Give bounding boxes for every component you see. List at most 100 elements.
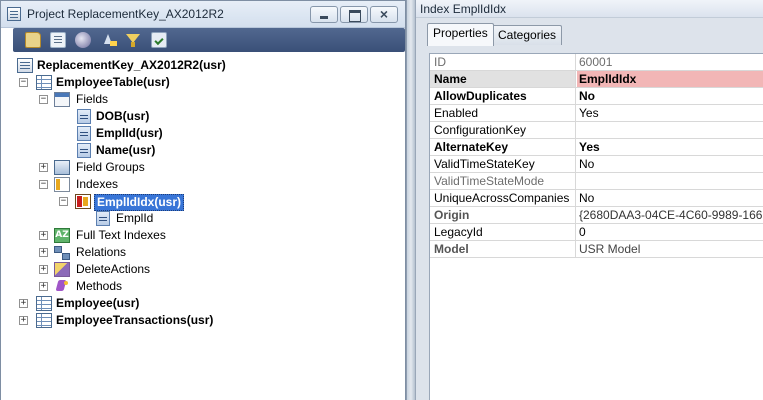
properties-window-titlebar[interactable]: Index EmplIdIdx — [416, 0, 763, 18]
index-icon — [75, 194, 91, 209]
project-window-title: Project ReplacementKey_AX2012R2 — [27, 7, 224, 21]
field-icon — [77, 126, 91, 141]
collapse-toggle[interactable]: − — [59, 197, 68, 206]
property-value[interactable]: 60001 — [577, 54, 763, 70]
property-value[interactable] — [577, 122, 763, 138]
tree-node-label: EmplId(usr) — [96, 126, 163, 140]
collapse-toggle[interactable]: − — [39, 95, 48, 104]
project-icon — [17, 58, 33, 73]
property-value[interactable]: Yes — [577, 139, 763, 155]
property-row-enabled[interactable]: Enabled Yes — [430, 105, 763, 122]
property-value[interactable]: USR Model — [577, 241, 763, 257]
tree-node-label: Fields — [76, 92, 109, 106]
property-name: UniqueAcrossCompanies — [430, 190, 576, 206]
field-icon — [77, 109, 91, 124]
property-row-id[interactable]: ID 60001 — [430, 54, 763, 71]
property-value[interactable]: No — [577, 190, 763, 206]
properties-window: Index EmplIdIdx Properties Categories ID… — [415, 0, 763, 400]
relations-icon — [54, 245, 70, 260]
expand-toggle[interactable]: + — [19, 316, 28, 325]
tree-node-label: ReplacementKey_AX2012R2(usr) — [37, 58, 226, 72]
property-row-alternatekey[interactable]: AlternateKey Yes — [430, 139, 763, 156]
property-value[interactable]: 0 — [577, 224, 763, 240]
tree-node-label: Relations — [76, 245, 127, 259]
tab-properties[interactable]: Properties — [427, 23, 494, 46]
property-value[interactable]: {2680DAA3-04CE-4C60-9989-166 — [577, 207, 763, 223]
property-row-name[interactable]: Name EmplIdIdx — [430, 71, 763, 88]
property-value[interactable]: EmplIdIdx — [577, 71, 763, 87]
table-icon — [36, 313, 52, 328]
property-name: Origin — [430, 207, 576, 223]
tree-node-label: Methods — [76, 279, 123, 293]
expand-toggle[interactable]: + — [39, 248, 48, 257]
expand-toggle[interactable]: + — [19, 299, 28, 308]
tree-node-label: EmployeeTransactions(usr) — [56, 313, 214, 327]
property-name: ID — [430, 54, 576, 70]
maximize-button[interactable] — [340, 6, 368, 23]
minimize-button[interactable] — [310, 6, 338, 23]
property-value[interactable] — [577, 173, 763, 189]
property-value[interactable]: No — [577, 156, 763, 172]
field-groups-icon — [54, 160, 70, 175]
expand-toggle[interactable]: + — [39, 282, 48, 291]
property-row-model[interactable]: Model USR Model — [430, 241, 763, 258]
sort-icon[interactable] — [101, 32, 117, 48]
properties-window-title: Index EmplIdIdx — [420, 2, 507, 16]
property-row-legacyid[interactable]: LegacyId 0 — [430, 224, 763, 241]
property-name: LegacyId — [430, 224, 576, 240]
open-icon[interactable] — [25, 32, 41, 48]
compile-icon[interactable] — [75, 32, 91, 48]
tree-node-label: EmployeeTable(usr) — [56, 75, 170, 89]
properties-tabs: Properties Categories — [416, 19, 763, 46]
project-window: Project ReplacementKey_AX2012R2 × Replac… — [0, 0, 406, 400]
project-window-titlebar[interactable]: Project ReplacementKey_AX2012R2 × — [1, 1, 405, 28]
fields-icon — [54, 92, 70, 107]
expand-toggle[interactable]: + — [39, 231, 48, 240]
project-tree: ReplacementKey_AX2012R2(usr) − EmployeeT… — [13, 54, 405, 400]
property-row-validtimestatemode[interactable]: ValidTimeStateMode — [430, 173, 763, 190]
table-icon — [36, 296, 52, 311]
properties-icon[interactable] — [50, 32, 66, 48]
delete-actions-icon — [54, 262, 70, 277]
index-field-icon — [96, 211, 110, 226]
project-window-icon — [7, 7, 21, 21]
window-splitter[interactable] — [406, 0, 415, 400]
filter-icon[interactable] — [125, 32, 141, 48]
expand-toggle[interactable]: + — [39, 265, 48, 274]
property-name: AllowDuplicates — [430, 88, 576, 104]
tree-node-label: Indexes — [76, 177, 119, 191]
table-icon — [36, 75, 52, 90]
project-toolbar — [13, 28, 405, 52]
property-row-origin[interactable]: Origin {2680DAA3-04CE-4C60-9989-166 — [430, 207, 763, 224]
property-row-uniqueacrosscompanies[interactable]: UniqueAcrossCompanies No — [430, 190, 763, 207]
indexes-icon — [54, 177, 70, 192]
property-name: Model — [430, 241, 576, 257]
tab-categories[interactable]: Categories — [492, 25, 563, 45]
property-name: Enabled — [430, 105, 576, 121]
property-row-configurationkey[interactable]: ConfigurationKey — [430, 122, 763, 139]
methods-icon — [54, 279, 70, 294]
property-name: Name — [430, 71, 576, 87]
tree-node-label: DeleteActions — [76, 262, 151, 276]
tree-node-label: EmplId — [116, 211, 154, 225]
expand-toggle[interactable]: + — [39, 163, 48, 172]
close-button[interactable]: × — [370, 6, 398, 23]
tree-node-label: Field Groups — [76, 160, 145, 174]
check-icon[interactable] — [151, 32, 167, 48]
property-name: AlternateKey — [430, 139, 576, 155]
tree-node-label: DOB(usr) — [96, 109, 150, 123]
tree-node-label: Full Text Indexes — [76, 228, 166, 242]
property-value[interactable]: No — [577, 88, 763, 104]
collapse-toggle[interactable]: − — [39, 180, 48, 189]
tree-node-label-selected: EmplIdIdx(usr) — [94, 194, 185, 211]
property-name: ValidTimeStateMode — [430, 173, 576, 189]
property-value[interactable]: Yes — [577, 105, 763, 121]
property-grid: ID 60001 Name EmplIdIdx AllowDuplicates … — [429, 53, 763, 400]
property-name: ConfigurationKey — [430, 122, 576, 138]
collapse-toggle[interactable]: − — [19, 78, 28, 87]
property-row-allowduplicates[interactable]: AllowDuplicates No — [430, 88, 763, 105]
field-icon — [77, 143, 91, 158]
close-icon: × — [379, 6, 389, 22]
tree-node-label: Employee(usr) — [56, 296, 140, 310]
property-row-validtimestatekey[interactable]: ValidTimeStateKey No — [430, 156, 763, 173]
